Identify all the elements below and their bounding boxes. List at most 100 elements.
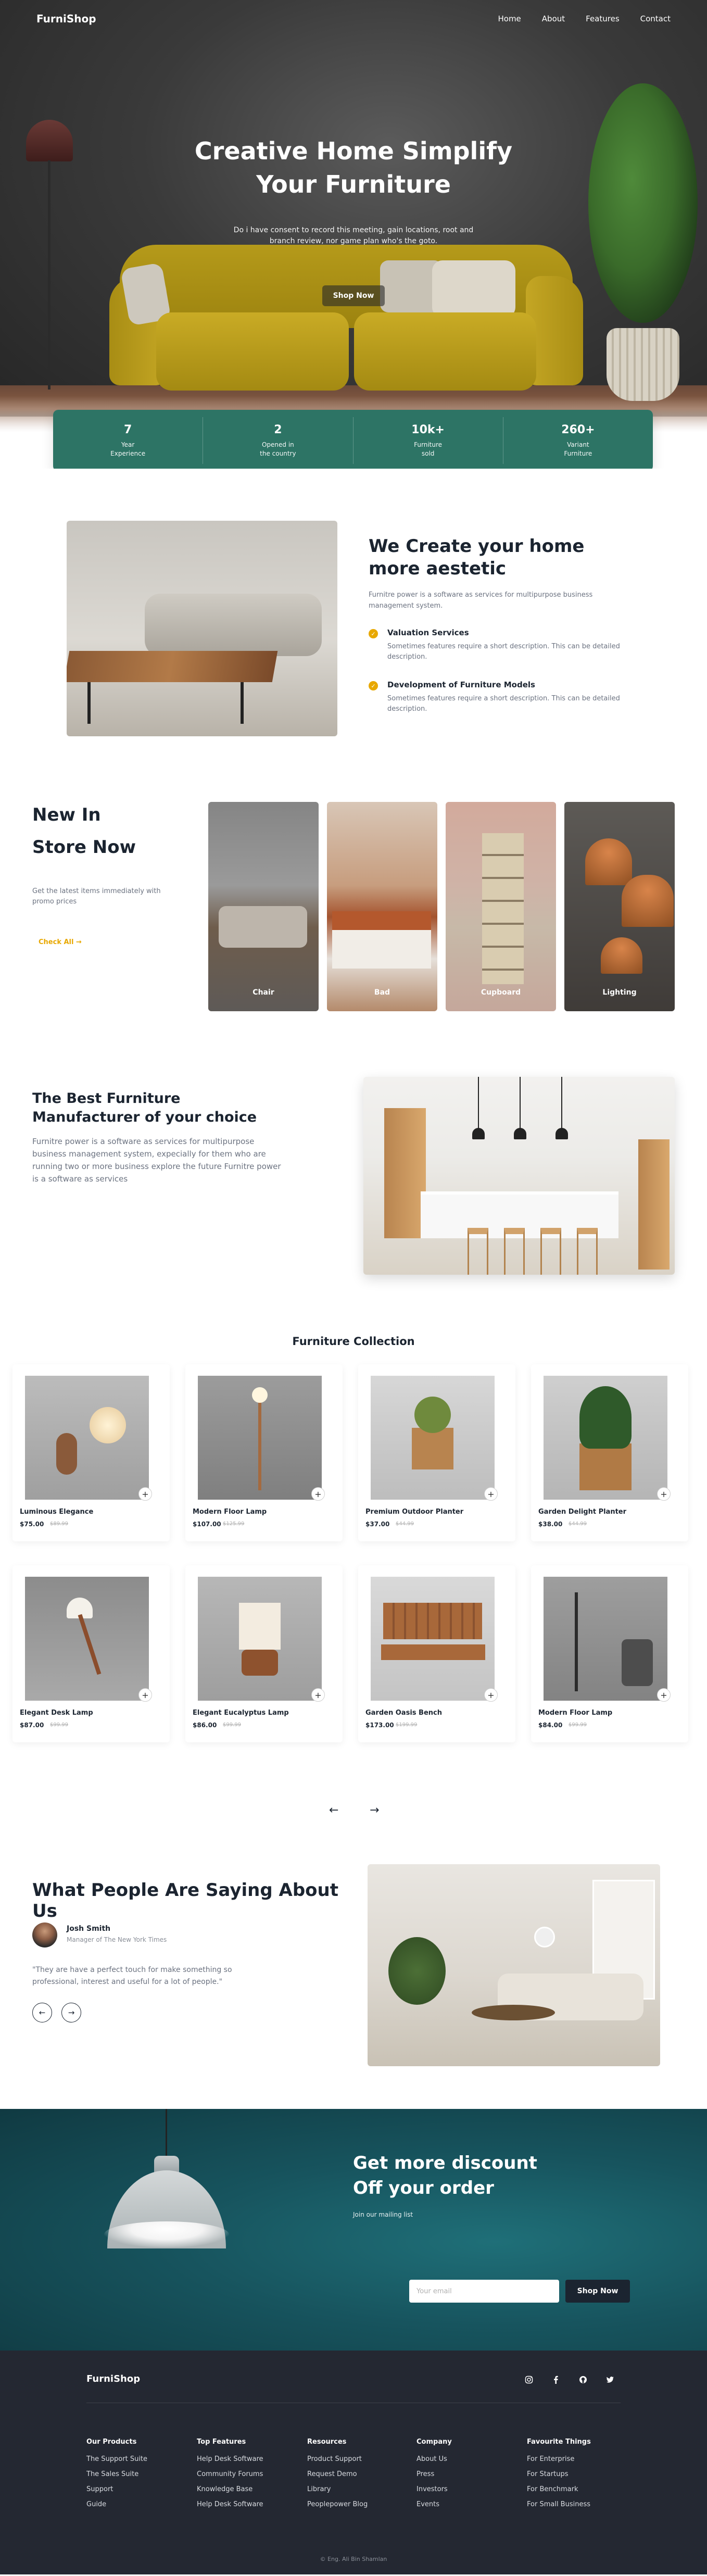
product-name: Elegant Eucalyptus Lamp [193,1709,289,1717]
footer-link[interactable]: For Startups [527,2470,591,2478]
github-icon[interactable] [577,2373,589,2386]
product-card[interactable]: + Modern Floor Lamp $107.00 $125.99 [185,1364,343,1541]
product-image [198,1577,322,1701]
stat-sold: 10k+ Furniture sold [354,417,503,464]
email-field[interactable] [409,2280,559,2303]
feature-title: Development of Furniture Models [387,680,535,689]
facebook-icon[interactable] [550,2373,562,2386]
sofa-image [109,245,583,401]
new-in-description: Get the latest items immediately with pr… [32,887,161,906]
arrow-left-icon[interactable]: ← [32,2003,52,2022]
nav-link-contact[interactable]: Contact [640,14,671,23]
product-price: $107.00 [193,1521,221,1528]
footer-link[interactable]: For Benchmark [527,2485,591,2493]
footer-link[interactable]: Investors [416,2485,452,2493]
product-old-price: $99.99 [50,1722,68,1728]
product-price: $37.00 [365,1521,390,1528]
footer-link[interactable]: For Enterprise [527,2455,591,2463]
mailing-list-label: Join our mailing list [353,2211,413,2218]
lamp-glow [104,2221,229,2247]
add-to-cart-button[interactable]: + [311,1688,325,1702]
footer-link[interactable]: The Sales Suite [86,2470,147,2478]
footer-link[interactable]: For Small Business [527,2500,591,2508]
footer-link[interactable]: Guide [86,2500,147,2508]
product-old-price: $99.99 [569,1722,587,1728]
product-card[interactable]: + Garden Delight Planter $38.00 $44.99 [531,1364,688,1541]
add-to-cart-button[interactable]: + [484,1487,498,1501]
stat-value: 260+ [561,423,595,436]
category-card-cupboard[interactable]: Cupboard [446,802,556,1011]
add-to-cart-button[interactable]: + [138,1487,152,1501]
living-room-image [67,521,337,736]
product-price: $86.00 [193,1721,217,1729]
product-card[interactable]: + Luminous Elegance $75.00 $89.99 [12,1364,170,1541]
new-in-section: New In Store Now Get the latest items imm… [0,760,707,1041]
stat-variants: 260+ Variant Furniture [503,417,653,464]
nav-links: Home About Features Contact [498,14,671,23]
footer-logo[interactable]: FurniShop [86,2373,140,2384]
twitter-icon[interactable] [604,2373,616,2386]
product-old-price: $89.99 [50,1521,68,1527]
testimonial-title: What People Are Saying About Us [32,1880,338,1921]
logo[interactable]: FurniShop [36,12,96,25]
footer-link[interactable]: The Support Suite [86,2455,147,2463]
footer-link[interactable]: Library [307,2485,368,2493]
product-old-price: $44.99 [569,1521,587,1527]
stat-label: Year Experience [110,441,146,457]
instagram-icon[interactable] [523,2373,535,2386]
best-furniture-section: The Best Furniture Manufacturer of your … [0,1041,707,1312]
footer-link[interactable]: Events [416,2500,452,2508]
add-to-cart-button[interactable]: + [657,1688,671,1702]
footer-link[interactable]: Help Desk Software [197,2500,263,2508]
arrow-left-icon[interactable]: ← [329,1804,338,1817]
avatar [32,1922,57,1947]
category-card-bad[interactable]: Bad [327,802,437,1011]
product-card[interactable]: + Garden Oasis Bench $173.00 $199.99 [358,1565,515,1742]
product-card[interactable]: + Elegant Desk Lamp $87.00 $99.99 [12,1565,170,1742]
arrow-right-icon[interactable]: → [370,1804,379,1817]
category-card-chair[interactable]: Chair [208,802,319,1011]
footer-link[interactable]: Community Forums [197,2470,263,2478]
product-card[interactable]: + Premium Outdoor Planter $37.00 $44.99 [358,1364,515,1541]
footer-link[interactable]: Peoplepower Blog [307,2500,368,2508]
footer-link[interactable]: Request Demo [307,2470,368,2478]
footer-link[interactable]: About Us [416,2455,452,2463]
testimonial-quote: "They are have a perfect touch for make … [32,1966,232,1986]
footer-link[interactable]: Help Desk Software [197,2455,263,2463]
product-image [544,1577,667,1701]
stat-value: 7 [123,423,132,436]
footer-link[interactable]: Support [86,2485,147,2493]
hero-title: Creative Home Simplify Your Furniture [194,137,513,198]
footer-link[interactable]: Press [416,2470,452,2478]
best-description: Furnitre power is a software as services… [32,1137,281,1184]
discount-title: Get more discount Off your order [353,2153,537,2198]
product-price: $84.00 [538,1721,563,1729]
footer-link[interactable]: Knowledge Base [197,2485,263,2493]
footer-column-resources: Resources Product Support Request Demo L… [307,2438,368,2516]
arrow-right-icon: → [76,938,82,946]
add-to-cart-button[interactable]: + [138,1688,152,1702]
product-card[interactable]: + Elegant Eucalyptus Lamp $86.00 $99.99 [185,1565,343,1742]
subscribe-shop-now-button[interactable]: Shop Now [565,2280,630,2303]
add-to-cart-button[interactable]: + [311,1487,325,1501]
hero-shop-now-button[interactable]: Shop Now [322,285,385,306]
product-name: Modern Floor Lamp [193,1508,267,1516]
nav-link-home[interactable]: Home [498,14,521,23]
nav-link-about[interactable]: About [542,14,565,23]
arrow-right-icon[interactable]: → [61,2003,81,2022]
add-to-cart-button[interactable]: + [484,1688,498,1702]
reviewer-role: Manager of The New York Times [67,1936,167,1943]
add-to-cart-button[interactable]: + [657,1487,671,1501]
nav-link-features[interactable]: Features [586,14,620,23]
check-all-link[interactable]: Check All → [39,938,82,946]
feature-description: Sometimes features require a short descr… [387,643,620,661]
about-title: We Create your home more aestetic [369,536,585,579]
product-old-price: $99.99 [223,1722,241,1728]
footer-link[interactable]: Product Support [307,2455,368,2463]
footer-column-features: Top Features Help Desk Software Communit… [197,2438,263,2516]
product-image [25,1577,149,1701]
category-label: Bad [374,988,390,997]
product-card[interactable]: + Modern Floor Lamp $84.00 $99.99 [531,1565,688,1742]
collection-section: Furniture Collection + Luminous Elegance… [0,1312,707,1833]
category-card-lighting[interactable]: Lighting [564,802,675,1011]
